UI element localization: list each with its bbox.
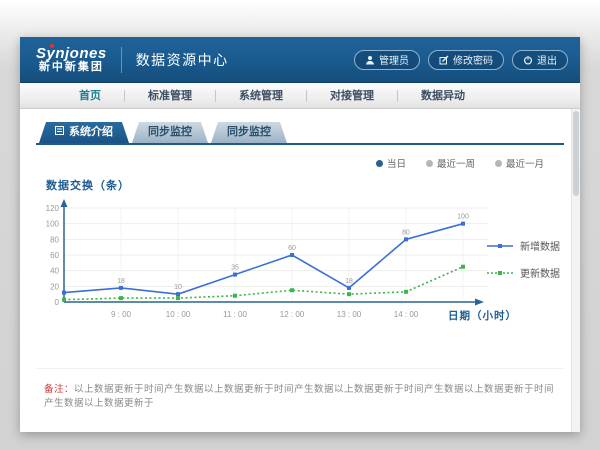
svg-text:9 : 00: 9 : 00 — [111, 310, 132, 319]
page-title: 数据资源中心 — [136, 50, 229, 70]
filter-last-month[interactable]: 最近一月 — [495, 156, 544, 170]
legend-item-new-data[interactable]: 新增数据 — [487, 238, 560, 253]
svg-text:10 : 00: 10 : 00 — [166, 310, 191, 319]
power-icon — [523, 55, 533, 65]
legend-label-update-data: 更新数据 — [520, 265, 560, 280]
nav-item-interface-mgmt[interactable]: 对接管理 — [306, 90, 397, 102]
nav-item-standard-mgmt[interactable]: 标准管理 — [124, 90, 215, 102]
filter-last-month-label: 最近一月 — [506, 156, 544, 170]
tab-sync-monitor-1-label: 同步监控 — [148, 122, 192, 143]
tab-sync-monitor-2-label: 同步监控 — [227, 122, 271, 143]
logo-text-cn: 新中新集团 — [39, 61, 104, 74]
svg-text:40: 40 — [50, 267, 59, 276]
svg-text:18: 18 — [117, 278, 125, 285]
range-filter-row: 当日 最近一周 最近一月 — [36, 156, 564, 170]
line-chart: 0 20 40 60 80 100 120 9 : 00 10 : 00 11 : 00 12 : … — [36, 196, 564, 332]
radio-selected-icon — [376, 160, 383, 167]
header-actions: 管理员 修改密码 退出 — [354, 50, 568, 70]
legend-line-dotted-icon — [487, 269, 513, 277]
nav-item-system-mgmt[interactable]: 系统管理 — [215, 90, 306, 102]
vertical-scrollbar[interactable] — [571, 109, 580, 432]
svg-text:0: 0 — [55, 298, 60, 307]
admin-user-button[interactable]: 管理员 — [354, 50, 420, 70]
logo-red-dot-icon — [50, 44, 54, 48]
user-icon — [365, 55, 375, 65]
footer-note: 备注：以上数据更新于时间产生数据以上数据更新于时间产生数据以上数据更新于时间产生… — [36, 368, 564, 409]
svg-text:13 : 00: 13 : 00 — [337, 310, 362, 319]
chart-legend: 新增数据 更新数据 — [487, 238, 560, 280]
svg-text:100: 100 — [457, 214, 469, 221]
main-nav: 首页 标准管理 系统管理 对接管理 数据异动 — [20, 83, 580, 109]
document-icon — [55, 122, 64, 143]
logo-text-en: Synjones — [36, 46, 107, 61]
svg-text:35: 35 — [231, 265, 239, 272]
radio-unselected-icon — [426, 160, 433, 167]
change-password-button[interactable]: 修改密码 — [428, 50, 504, 70]
svg-text:18: 18 — [345, 278, 353, 285]
header-divider — [121, 47, 122, 73]
app-window: Synjones 新中新集团 数据资源中心 管理员 修改密码 — [20, 37, 580, 432]
content-area: 系统介绍 同步监控 同步监控 当日 最近一周 最近一月 数据 — [20, 109, 580, 409]
y-axis-title: 数据交换（条） — [46, 177, 564, 193]
svg-text:120: 120 — [46, 204, 60, 213]
filter-today[interactable]: 当日 — [376, 156, 406, 170]
legend-line-solid-icon — [487, 242, 513, 250]
tab-underline — [36, 143, 564, 145]
change-password-label: 修改密码 — [453, 52, 493, 67]
chart-area: 0 20 40 60 80 100 120 9 : 00 10 : 00 11 : 00 12 : … — [36, 196, 564, 346]
scrollbar-thumb[interactable] — [573, 111, 579, 196]
legend-label-new-data: 新增数据 — [520, 238, 560, 253]
svg-text:10: 10 — [174, 284, 182, 291]
svg-text:20: 20 — [50, 282, 59, 291]
svg-text:日期（小时）: 日期（小时） — [448, 309, 517, 322]
tab-sync-monitor-2[interactable]: 同步监控 — [211, 122, 287, 143]
filter-last-week-label: 最近一周 — [437, 156, 475, 170]
filter-today-label: 当日 — [387, 156, 406, 170]
logout-button[interactable]: 退出 — [512, 50, 568, 70]
svg-text:60: 60 — [50, 251, 59, 260]
nav-item-home[interactable]: 首页 — [56, 90, 124, 102]
edit-icon — [439, 55, 449, 65]
svg-text:80: 80 — [50, 235, 59, 244]
svg-text:100: 100 — [46, 220, 60, 229]
tab-system-intro-label: 系统介绍 — [69, 122, 113, 143]
svg-text:12 : 00: 12 : 00 — [280, 310, 305, 319]
legend-item-update-data[interactable]: 更新数据 — [487, 265, 560, 280]
tab-system-intro[interactable]: 系统介绍 — [39, 122, 129, 143]
svg-text:14 : 00: 14 : 00 — [394, 310, 419, 319]
app-header: Synjones 新中新集团 数据资源中心 管理员 修改密码 — [20, 37, 580, 83]
svg-text:60: 60 — [288, 245, 296, 252]
note-text: 以上数据更新于时间产生数据以上数据更新于时间产生数据以上数据更新于时间产生数据以… — [44, 384, 554, 409]
admin-user-label: 管理员 — [379, 52, 409, 67]
tab-bar: 系统介绍 同步监控 同步监控 — [36, 122, 564, 143]
radio-unselected-icon — [495, 160, 502, 167]
company-logo: Synjones 新中新集团 — [36, 46, 107, 74]
svg-text:11 : 00: 11 : 00 — [223, 310, 247, 319]
nav-item-data-change[interactable]: 数据异动 — [397, 90, 488, 102]
filter-last-week[interactable]: 最近一周 — [426, 156, 475, 170]
tab-sync-monitor-1[interactable]: 同步监控 — [132, 122, 208, 143]
svg-text:80: 80 — [402, 229, 410, 236]
note-label: 备注： — [44, 384, 74, 395]
logout-label: 退出 — [537, 52, 557, 67]
